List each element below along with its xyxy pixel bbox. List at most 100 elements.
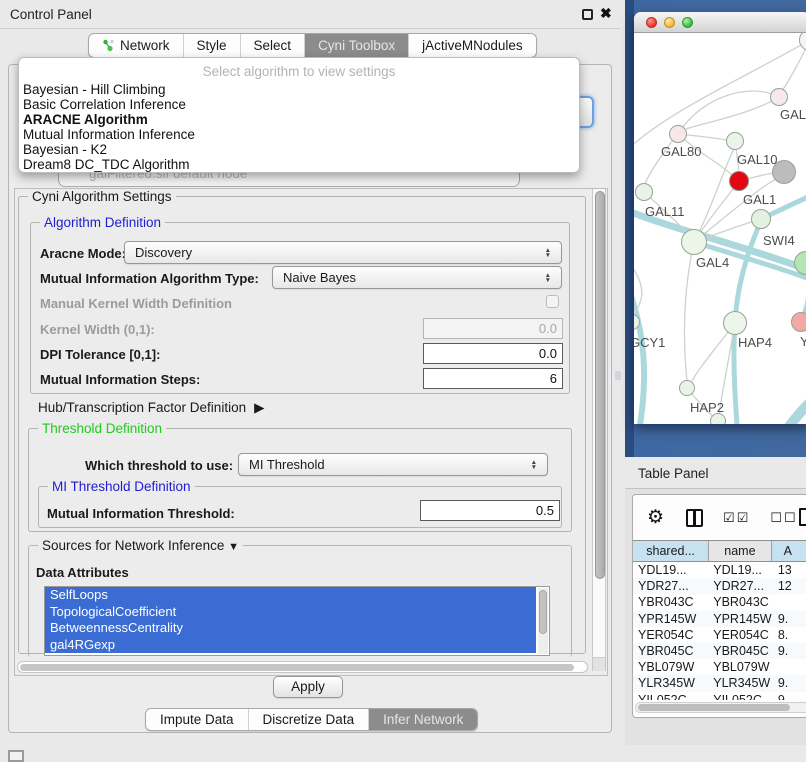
select-all-checks-icon[interactable]: ☑☑	[723, 510, 750, 526]
sources-title[interactable]: Sources for Network Inference ▼	[38, 538, 243, 553]
tab-discretize-data[interactable]: Discretize Data	[249, 709, 370, 730]
tab-style[interactable]: Style	[184, 34, 241, 57]
column-header-shared[interactable]: shared...	[633, 541, 709, 561]
node-label: HAP2	[690, 400, 724, 415]
split-divider-handle[interactable]	[615, 371, 621, 380]
table-row[interactable]: YIL052CYIL052C9.	[633, 692, 806, 701]
spinner-arrows-icon: ▲▼	[545, 273, 551, 283]
node-gal80[interactable]	[669, 125, 687, 143]
table-row[interactable]: YER054CYER054C8.	[633, 627, 806, 643]
spinner-arrows-icon: ▲▼	[531, 460, 537, 470]
control-panel: Control Panel ✖ Network Style Select Cyn…	[0, 0, 620, 745]
table-row[interactable]: YBR043CYBR043C	[633, 594, 806, 610]
mi-threshold-label: Mutual Information Threshold:	[47, 506, 235, 521]
minimize-window-icon[interactable]	[664, 17, 675, 28]
tab-impute-data[interactable]: Impute Data	[146, 709, 249, 730]
table-row[interactable]: YLR345WYLR345W9.	[633, 675, 806, 691]
apply-button[interactable]: Apply	[273, 676, 343, 698]
node-label: GCY1	[634, 335, 665, 350]
dpi-tolerance-input[interactable]	[423, 343, 563, 364]
algorithm-dropdown-popup: Select algorithm to view settings Bayesi…	[18, 57, 580, 173]
tab-infer-network[interactable]: Infer Network	[369, 709, 477, 730]
table-horizontal-scrollbar[interactable]	[635, 702, 806, 713]
attribute-item[interactable]: gal4RGexp	[45, 637, 536, 654]
node-salmon[interactable]	[791, 312, 806, 332]
network-canvas[interactable]: GAL7 GAL80 GAL10 GAL1 GAL11 SWI4 GAL4 GC…	[634, 33, 806, 424]
table-row[interactable]: YPR145WYPR145W9.	[633, 611, 806, 627]
table-panel-title: Table Panel	[638, 466, 709, 481]
node-gal11[interactable]	[635, 183, 653, 201]
algorithm-option[interactable]: Dream8 DC_TDC Algorithm	[19, 157, 579, 172]
tab-cyni-toolbox[interactable]: Cyni Toolbox	[305, 34, 409, 57]
mi-type-combo[interactable]: Naive Bayes ▲▼	[272, 266, 562, 289]
aracne-mode-combo[interactable]: Discovery ▲▼	[124, 241, 562, 264]
algorithm-definition-title: Algorithm Definition	[40, 215, 165, 230]
table-row[interactable]: YDL19...YDL19...13	[633, 562, 806, 578]
tab-select[interactable]: Select	[241, 34, 306, 57]
table-row[interactable]: YDR27...YDR27...12	[633, 578, 806, 594]
settings-vertical-scrollbar[interactable]	[592, 189, 606, 671]
node-gal1-red[interactable]	[729, 171, 749, 191]
tab-network[interactable]: Network	[89, 34, 184, 57]
attribute-item[interactable]: TopologicalCoefficient	[45, 604, 536, 621]
node-label: SWI4	[763, 233, 795, 248]
node-label: GAL7	[780, 107, 806, 122]
columns-icon[interactable]	[686, 509, 703, 527]
node-gal4[interactable]	[681, 229, 707, 255]
tab-network-label: Network	[120, 38, 170, 53]
column-header-name[interactable]: name	[709, 541, 771, 561]
close-window-icon[interactable]	[646, 17, 657, 28]
node-hap2[interactable]	[679, 380, 695, 396]
algorithm-option[interactable]: Bayesian - Hill Climbing	[19, 82, 579, 97]
manual-kernel-label: Manual Kernel Width Definition	[40, 296, 232, 311]
minimized-panel-icon[interactable]	[8, 750, 24, 762]
which-threshold-combo[interactable]: MI Threshold ▲▼	[238, 453, 548, 476]
cyni-algorithm-settings-title: Cyni Algorithm Settings	[28, 189, 176, 204]
table-row[interactable]: YBL079WYBL079W	[633, 659, 806, 675]
scrollbar-thumb[interactable]	[20, 664, 574, 671]
list-scrollbar[interactable]	[538, 588, 548, 654]
aracne-mode-label: Aracne Mode:	[40, 246, 126, 261]
control-panel-tabs: Network Style Select Cyni Toolbox jActiv…	[88, 33, 537, 58]
table-toolbar: ⚙ ☑☑ ☐☐	[633, 495, 806, 540]
attribute-item[interactable]: BetweennessCentrality	[45, 620, 536, 637]
algorithm-option[interactable]: Basic Correlation Inference	[19, 97, 579, 112]
table-panel-content: ⚙ ☑☑ ☐☐ shared... name A YDL19...YDL19..…	[632, 494, 806, 718]
attribute-item[interactable]: SelfLoops	[45, 587, 536, 604]
control-panel-title: Control Panel	[10, 7, 92, 22]
kernel-width-input[interactable]	[423, 318, 563, 339]
float-panel-icon[interactable]	[582, 9, 593, 20]
export-table-icon[interactable]	[799, 508, 806, 526]
table-rows: YDL19...YDL19...13 YDR27...YDR27...12 YB…	[633, 562, 806, 700]
node-gal7[interactable]	[770, 88, 788, 106]
settings-horizontal-scrollbar[interactable]	[17, 661, 588, 673]
algorithm-option[interactable]: Mutual Information Inference	[19, 127, 579, 142]
zoom-window-icon[interactable]	[682, 17, 693, 28]
table-row[interactable]: YBR045CYBR045C9.	[633, 643, 806, 659]
close-icon[interactable]: ✖	[600, 5, 612, 22]
table-panel-titlebar: Table Panel	[625, 458, 806, 489]
column-header-partial[interactable]: A	[772, 541, 806, 561]
mi-threshold-input[interactable]	[420, 500, 560, 521]
network-window-titlebar[interactable]	[634, 12, 806, 33]
node-label: HAP4	[738, 335, 772, 350]
algorithm-option[interactable]: Bayesian - K2	[19, 142, 579, 157]
scrollbar-thumb[interactable]	[595, 191, 605, 579]
algorithm-placeholder: Select algorithm to view settings	[19, 61, 579, 82]
deselect-all-checks-icon[interactable]: ☐☐	[770, 510, 797, 526]
data-attributes-label: Data Attributes	[36, 565, 129, 580]
kernel-width-label: Kernel Width (0,1):	[40, 322, 155, 337]
manual-kernel-checkbox[interactable]	[546, 295, 559, 308]
gear-icon[interactable]: ⚙	[647, 506, 664, 529]
spinner-arrows-icon: ▲▼	[545, 248, 551, 258]
network-window: GAL7 GAL80 GAL10 GAL1 GAL11 SWI4 GAL4 GC…	[634, 12, 806, 424]
node-swi4[interactable]	[751, 209, 771, 229]
tab-jactivemnodules[interactable]: jActiveMNodules	[409, 34, 536, 57]
mi-steps-input[interactable]	[423, 368, 563, 389]
which-threshold-label: Which threshold to use:	[85, 458, 233, 473]
hub-definition-toggle[interactable]: Hub/Transcription Factor Definition▶	[38, 400, 264, 416]
node-hap4[interactable]	[723, 311, 747, 335]
node-gal10[interactable]	[726, 132, 744, 150]
algorithm-option-selected[interactable]: ARACNE Algorithm	[19, 112, 579, 127]
scrollbar-thumb[interactable]	[638, 704, 790, 711]
